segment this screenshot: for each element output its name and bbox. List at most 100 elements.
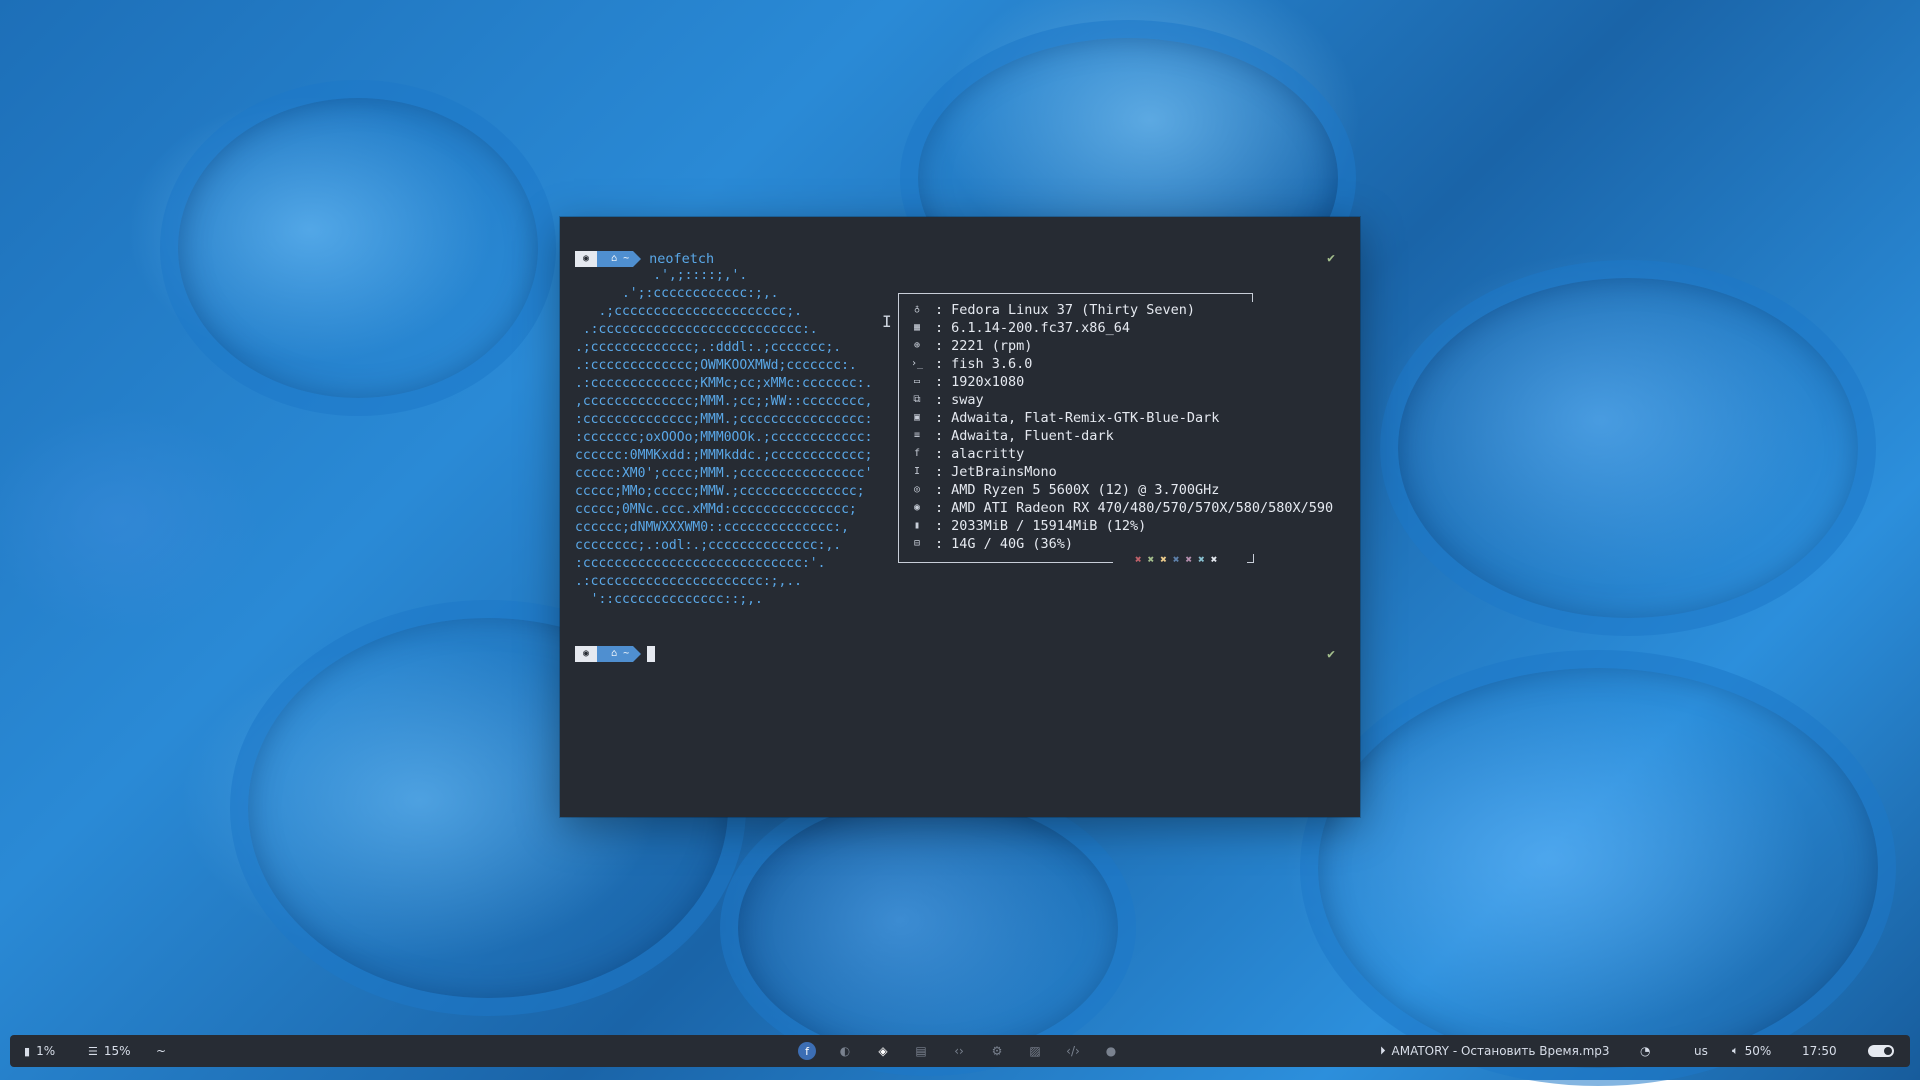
info-row-theme: ▣ : Adwaita, Flat-Remix-GTK-Blue-Dark xyxy=(911,409,1219,427)
directory-label: ~ xyxy=(623,253,630,264)
fedora-workspace-icon: f xyxy=(798,1042,816,1060)
workspace-6[interactable]: ⚙ xyxy=(986,1035,1008,1067)
package-icon: ⊕ xyxy=(913,340,921,351)
wallpaper-shape xyxy=(1300,650,1896,1086)
workspace-5[interactable]: ‹› xyxy=(948,1035,970,1067)
info-separator: : xyxy=(935,374,944,390)
info-value: Adwaita, Fluent-dark xyxy=(951,428,1114,444)
workspace-3[interactable]: ◈ xyxy=(872,1035,894,1067)
terminal-cursor[interactable] xyxy=(647,646,656,662)
settings-icon: ⚙ xyxy=(991,1044,1003,1058)
notification-toggle[interactable] xyxy=(1868,1035,1894,1067)
night-light-toggle[interactable]: ◔ xyxy=(1640,1035,1650,1067)
terminal-icon: f xyxy=(913,448,921,459)
home-icon: ⌂ xyxy=(611,648,618,659)
compass-icon: ◈ xyxy=(878,1044,888,1058)
window-title: ~ xyxy=(156,1035,166,1067)
info-value: fish 3.6.0 xyxy=(951,356,1033,372)
workspace-8[interactable]: ‹/› xyxy=(1062,1035,1084,1067)
display-icon: ▭ xyxy=(913,376,921,387)
workspace-1[interactable]: f xyxy=(796,1035,818,1067)
info-separator: : xyxy=(935,446,944,462)
wallpaper-shape xyxy=(160,80,556,416)
status-bar: ▮ 1% ☰ 15% ~ f ◐ ◈ ▤ ‹› ⚙ ▨ ‹/› ● ⏵ AMAT… xyxy=(10,1035,1910,1067)
info-value: sway xyxy=(951,392,984,408)
fedora-icon: ◉ xyxy=(575,251,605,267)
info-value: 1920x1080 xyxy=(951,374,1025,390)
swatch-magenta-icon: ✖ xyxy=(1185,553,1193,566)
prompt-directory: ⌂ ~ xyxy=(597,251,642,267)
memory-value: 15% xyxy=(103,1044,131,1058)
clock[interactable]: 17:50 xyxy=(1802,1035,1837,1067)
keyboard-layout[interactable]: us xyxy=(1694,1035,1708,1067)
volume-module[interactable]: 🔈︎ 50% xyxy=(1732,1035,1771,1067)
workspace-2[interactable]: ◐ xyxy=(834,1035,856,1067)
window-manager-icon: ⧉ xyxy=(913,394,921,405)
terminal-window[interactable]: ◉ ⌂ ~ neofetch ✔ .',;::::;,'. .';:cccccc… xyxy=(560,217,1360,817)
play-icon: ⏵ xyxy=(1380,1044,1386,1057)
volume-value: 50% xyxy=(1744,1044,1772,1058)
keyboard-layout-label: us xyxy=(1694,1044,1708,1058)
media-player-module[interactable]: ⏵ AMATORY - Остановить Время.mp3 xyxy=(1380,1035,1610,1067)
info-value: alacritty xyxy=(951,446,1025,462)
prompt-directory: ⌂ ~ xyxy=(597,646,642,662)
info-separator: : xyxy=(935,338,944,354)
firefox-icon: ◐ xyxy=(839,1044,851,1058)
media-title: AMATORY - Остановить Время.mp3 xyxy=(1391,1044,1610,1058)
info-row-wm: ⧉ : sway xyxy=(911,391,984,409)
swatch-cyan-icon: ✖ xyxy=(1198,553,1205,566)
info-separator: : xyxy=(935,428,944,444)
info-row-os: ♁ : Fedora Linux 37 (Thirty Seven) xyxy=(911,301,1195,319)
info-separator: : xyxy=(935,518,944,534)
info-row-gpu: ◉ : AMD ATI Radeon RX 470/480/570/570X/5… xyxy=(911,499,1333,517)
fedora-ascii-logo: .',;::::;,'. .';:cccccccccccc:;,. .;cccc… xyxy=(575,268,873,607)
info-separator: : xyxy=(935,392,944,408)
info-row-packages: ⊕ : 2221 (rpm) xyxy=(911,337,1032,355)
info-value: 6.1.14-200.fc37.x86_64 xyxy=(951,320,1130,336)
memory-module[interactable]: ☰ 15% xyxy=(88,1035,131,1067)
color-swatches: ✖ ✖ ✖ ✖ ✖ ✖ ✖ xyxy=(1135,551,1217,569)
info-separator: : xyxy=(935,356,944,372)
info-row-resolution: ▭ : 1920x1080 xyxy=(911,373,1024,391)
cpu-value: 1% xyxy=(36,1044,56,1058)
info-separator: : xyxy=(935,410,944,426)
info-box-border-bottom xyxy=(899,562,1113,563)
info-value: AMD ATI Radeon RX 470/480/570/570X/580/5… xyxy=(951,500,1334,516)
disk-icon: ⊟ xyxy=(913,538,921,549)
code-alt-icon: ‹/› xyxy=(1066,1044,1080,1058)
info-separator: : xyxy=(935,302,944,318)
swatch-blue-icon: ✖ xyxy=(1172,553,1180,566)
info-separator: : xyxy=(935,464,944,480)
workspace-7[interactable]: ▨ xyxy=(1024,1035,1046,1067)
circle-icon: ● xyxy=(1105,1044,1117,1058)
files-icon: ▤ xyxy=(915,1044,927,1058)
swatch-red-icon: ✖ xyxy=(1135,553,1142,566)
info-row-icons: ≡ : Adwaita, Fluent-dark xyxy=(911,427,1114,445)
info-value: JetBrainsMono xyxy=(951,464,1057,480)
info-row-memory: ▮ : 2033MiB / 15914MiB (12%) xyxy=(911,517,1146,535)
workspace-9[interactable]: ● xyxy=(1100,1035,1122,1067)
window-title-text: ~ xyxy=(156,1044,167,1058)
info-row-font: I : JetBrainsMono xyxy=(911,463,1057,481)
success-check-icon: ✔ xyxy=(1327,647,1335,662)
cpu-module[interactable]: ▮ 1% xyxy=(24,1035,55,1067)
info-box-border-corner xyxy=(1247,554,1254,563)
info-row-cpu: ◎ : AMD Ryzen 5 5600X (12) @ 3.700GHz xyxy=(911,481,1219,499)
wallpaper-shape xyxy=(720,780,1136,1076)
text-cursor-ibeam-icon: I xyxy=(882,312,892,331)
shell-prompt-active[interactable]: ◉ ⌂ ~ xyxy=(575,646,656,662)
info-value: 2033MiB / 15914MiB (12%) xyxy=(951,518,1147,534)
volume-icon: 🔈︎ xyxy=(1732,1044,1739,1057)
info-separator: : xyxy=(935,500,944,516)
swatch-white-icon: ✖ xyxy=(1210,553,1218,566)
info-value: Fedora Linux 37 (Thirty Seven) xyxy=(951,302,1195,318)
info-value: AMD Ryzen 5 5600X (12) @ 3.700GHz xyxy=(951,482,1220,498)
info-row-kernel: ▦ : 6.1.14-200.fc37.x86_64 xyxy=(911,319,1130,337)
system-info-box: ♁ : Fedora Linux 37 (Thirty Seven) ▦ : 6… xyxy=(898,293,1333,566)
command-text: neofetch xyxy=(649,251,715,267)
workspace-4[interactable]: ▤ xyxy=(910,1035,932,1067)
cpu-icon: ◎ xyxy=(913,484,921,495)
info-separator: : xyxy=(935,536,944,552)
info-row-shell: ›_ : fish 3.6.0 xyxy=(911,355,1032,373)
cpu-icon: ▮ xyxy=(24,1044,31,1058)
